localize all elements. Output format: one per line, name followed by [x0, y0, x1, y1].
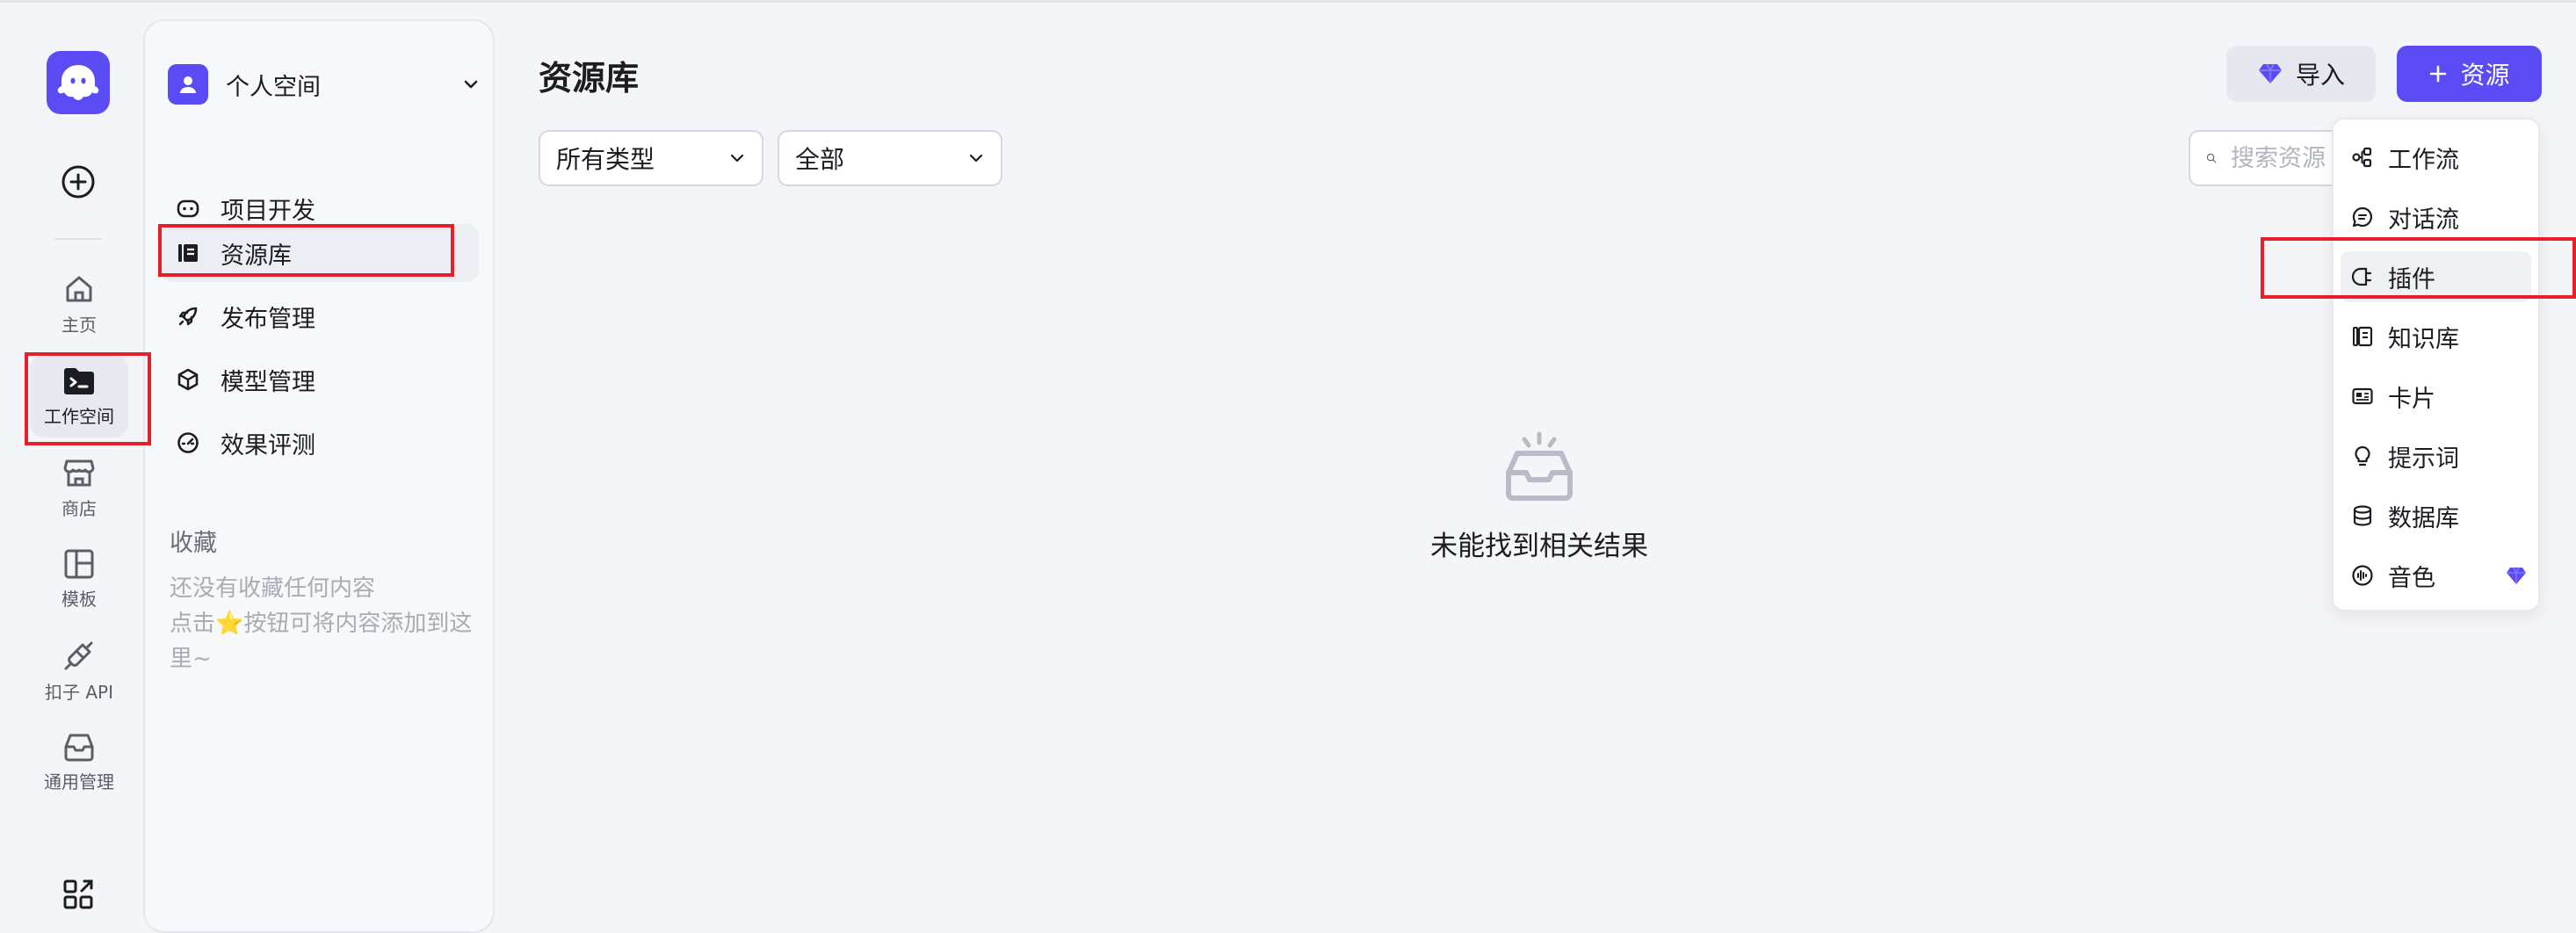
left-rail: 主页 工作空间 商店 模板 扣子 API 通用管理	[0, 3, 143, 922]
space-name: 个人空间	[226, 73, 321, 101]
user-avatar-icon	[168, 64, 208, 105]
card-icon	[2349, 383, 2376, 409]
top-border	[0, 0, 2576, 3]
nav-label: 发布管理	[221, 305, 315, 333]
menu-item-prompt[interactable]: 提示词	[2341, 430, 2531, 481]
nav-label: 项目开发	[221, 197, 315, 225]
rail-item-home[interactable]: 主页	[30, 263, 128, 345]
menu-item-label: 卡片	[2388, 385, 2435, 413]
annotation-box-resource-library	[158, 224, 454, 277]
favorites-hint-line: 还没有收藏任何内容	[170, 575, 376, 602]
scope-filter-value: 全部	[795, 145, 845, 174]
database-icon	[2349, 503, 2376, 529]
menu-item-label: 对话流	[2388, 206, 2459, 234]
menu-item-label: 数据库	[2388, 504, 2459, 532]
menu-item-knowledge-base[interactable]: 知识库	[2341, 311, 2531, 362]
type-filter-select[interactable]: 所有类型	[539, 130, 763, 186]
rail-item-api[interactable]: 扣子 API	[30, 629, 128, 712]
import-button[interactable]: 导入	[2226, 46, 2376, 102]
nav-label: 模型管理	[221, 368, 315, 396]
inbox-icon	[64, 734, 94, 761]
scope-filter-select[interactable]: 全部	[778, 130, 1002, 186]
space-selector[interactable]: 个人空间	[168, 61, 481, 107]
menu-item-voice[interactable]: 音色	[2341, 550, 2531, 601]
rail-item-label: 通用管理	[44, 770, 114, 792]
rail-divider	[54, 238, 102, 240]
nav-label: 效果评测	[221, 431, 315, 459]
robot-face-icon	[175, 195, 201, 221]
nav-evaluation[interactable]: 效果评测	[161, 414, 479, 472]
gauge-icon	[175, 430, 201, 456]
chevron-down-icon	[730, 154, 744, 163]
nav-publish-management[interactable]: 发布管理	[161, 287, 479, 345]
nav-model-management[interactable]: 模型管理	[161, 351, 479, 409]
rail-item-templates[interactable]: 模板	[30, 538, 128, 620]
type-filter-value: 所有类型	[556, 145, 655, 174]
create-add-button[interactable]	[58, 162, 98, 202]
search-input[interactable]	[2229, 143, 2338, 173]
knowledge-icon	[2349, 323, 2376, 350]
plug-icon	[64, 641, 93, 669]
empty-inbox-icon	[1506, 431, 1573, 501]
rail-item-store[interactable]: 商店	[30, 446, 128, 529]
menu-item-card[interactable]: 卡片	[2341, 371, 2531, 422]
menu-item-chatflow[interactable]: 对话流	[2341, 192, 2531, 242]
workflow-icon	[2349, 144, 2376, 170]
star-icon: ⭐	[215, 611, 244, 637]
template-icon	[64, 549, 94, 578]
chevron-down-icon	[969, 154, 983, 163]
apps-grid-icon	[63, 879, 93, 909]
voice-icon	[2349, 562, 2376, 589]
add-resource-button[interactable]: 资源	[2397, 46, 2542, 102]
menu-item-label: 工作流	[2388, 146, 2459, 174]
chat-flow-icon	[2349, 204, 2376, 230]
diamond-icon	[2258, 63, 2282, 83]
favorites-hint-line: 点击⭐按钮可将内容添加到这里~	[170, 611, 473, 672]
rail-item-label: 扣子 API	[45, 681, 113, 703]
app-logo[interactable]	[47, 51, 110, 114]
menu-item-label: 提示词	[2388, 445, 2459, 473]
home-icon	[66, 276, 92, 301]
bulb-icon	[2349, 443, 2376, 469]
annotation-box-plugin	[2261, 237, 2576, 299]
rail-item-label: 模板	[62, 588, 97, 610]
apps-grid-button[interactable]	[58, 874, 98, 915]
favorites-empty-hint: 还没有收藏任何内容 点击⭐按钮可将内容添加到这里~	[170, 571, 473, 676]
chevron-down-icon	[464, 80, 478, 89]
empty-state-text: 未能找到相关结果	[1430, 531, 1648, 562]
model-cube-icon	[175, 366, 201, 393]
plus-icon	[2430, 65, 2447, 83]
store-icon	[63, 459, 95, 486]
menu-item-workflow[interactable]: 工作流	[2341, 132, 2531, 183]
page-title: 资源库	[539, 59, 640, 98]
rail-item-label: 商店	[62, 497, 97, 519]
favorites-title: 收藏	[170, 530, 217, 557]
premium-diamond-icon	[2507, 567, 2526, 584]
menu-item-label: 音色	[2388, 564, 2435, 592]
search-icon	[2206, 153, 2217, 163]
rail-item-general-admin[interactable]: 通用管理	[30, 720, 128, 803]
rail-item-label: 主页	[62, 314, 97, 336]
annotation-box-workspace	[25, 352, 151, 445]
menu-item-database[interactable]: 数据库	[2341, 490, 2531, 541]
search-box[interactable]	[2189, 130, 2338, 186]
import-label: 导入	[2295, 61, 2345, 90]
add-resource-dropdown: 工作流 对话流 插件 知识库 卡片 提示词 数据库 音色	[2332, 118, 2540, 611]
rocket-icon	[175, 303, 201, 329]
menu-item-label: 知识库	[2388, 325, 2459, 353]
workspace-sidebar: 个人空间 项目开发 资源库 发布管理 模型管理 效果评测 收藏 还没有收藏任何内…	[143, 19, 495, 933]
add-resource-label: 资源	[2460, 61, 2510, 90]
